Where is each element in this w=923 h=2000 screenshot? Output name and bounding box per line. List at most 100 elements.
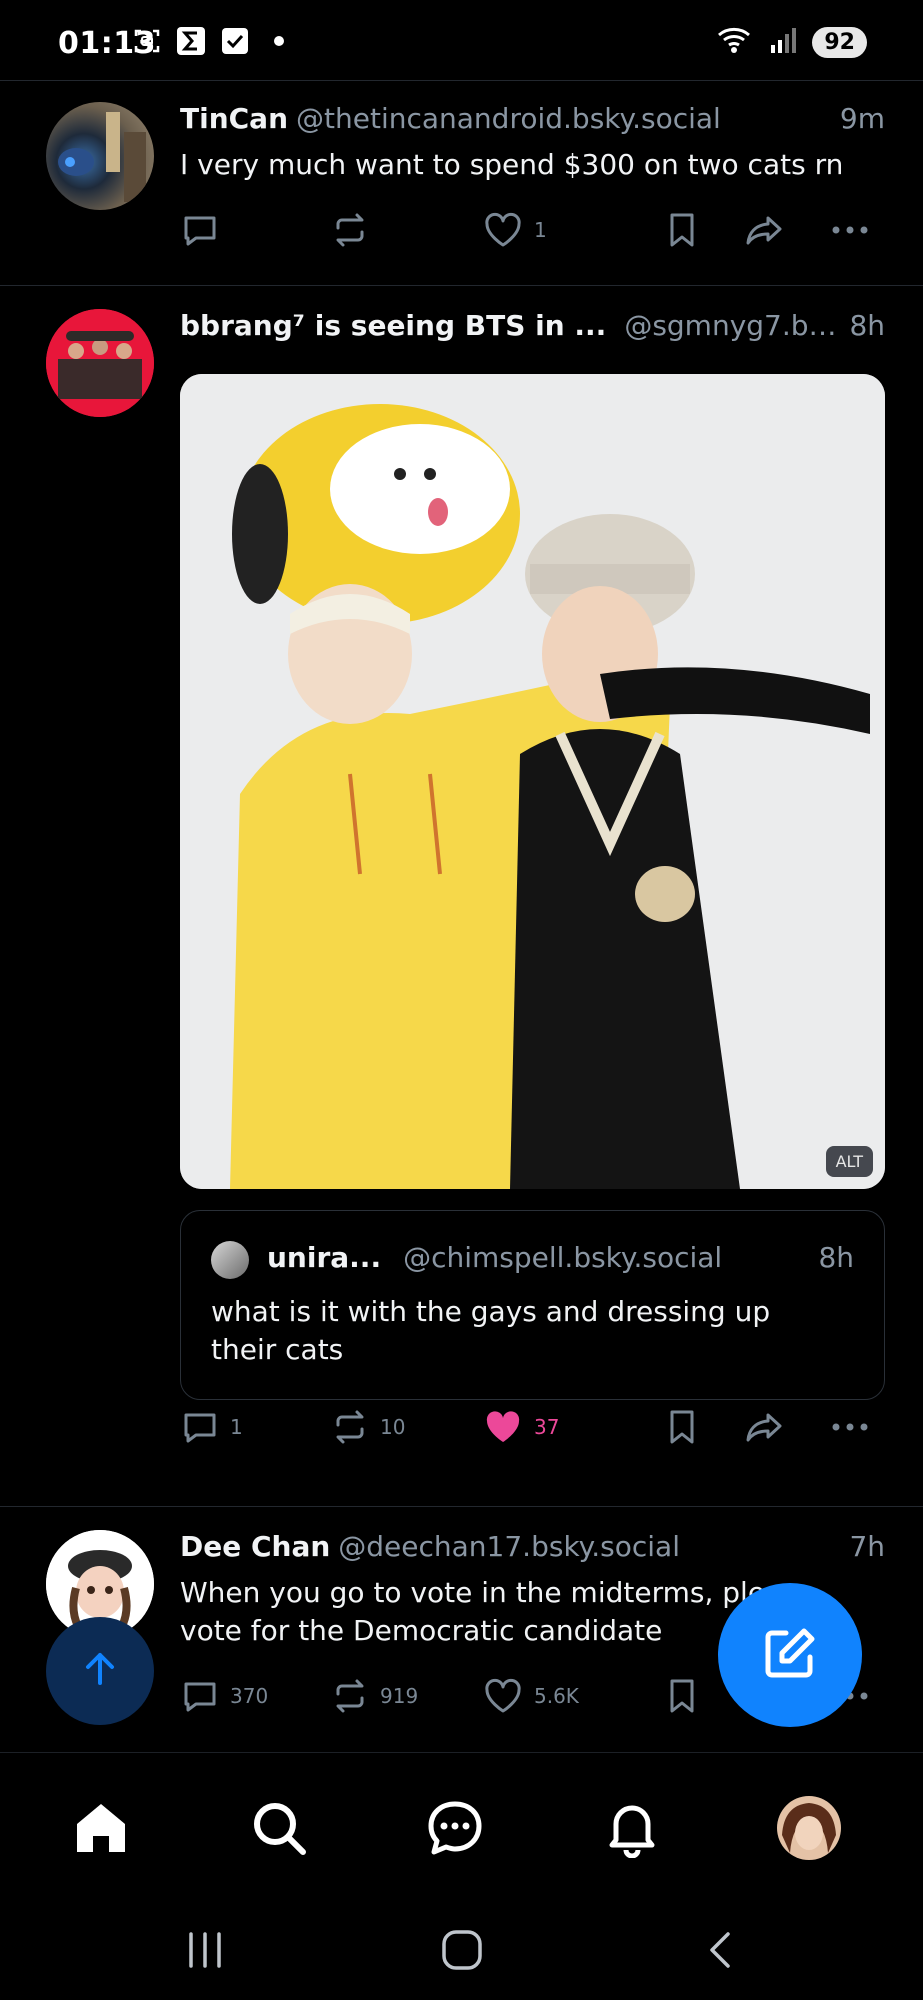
post-actions: 1 [180, 210, 880, 254]
bookmark-button[interactable] [664, 1407, 700, 1447]
share-icon [742, 210, 786, 250]
reply-button[interactable] [180, 210, 230, 250]
nav-profile[interactable] [774, 1795, 844, 1865]
battery-indicator: 92 [812, 26, 867, 58]
nav-home[interactable] [66, 1795, 136, 1865]
bookmark-icon [664, 210, 700, 250]
status-right-icons: 92 [716, 25, 867, 59]
quoted-post[interactable]: unira... @chimspell.bsky.social 8h what … [180, 1210, 885, 1400]
post-image[interactable]: ALT [180, 374, 885, 1189]
home-circle-icon [438, 1926, 486, 1978]
system-home-button[interactable] [432, 1922, 492, 1982]
arrow-up-icon [78, 1647, 122, 1695]
feed-post[interactable]: TinCan @thetincanandroid.bsky.social 9m … [0, 80, 923, 286]
like-count: 1 [534, 218, 547, 242]
compose-button[interactable] [718, 1583, 862, 1727]
quote-text: what is it with the gays and dressing up… [211, 1295, 771, 1366]
nav-search[interactable] [244, 1795, 314, 1865]
search-icon [249, 1798, 309, 1862]
dot-icon [264, 26, 294, 56]
recents-icon [183, 1928, 227, 1976]
nav-notifications[interactable] [597, 1795, 667, 1865]
author-name[interactable]: bbrang⁷ is seeing BTS in ... [180, 309, 606, 342]
post-text: I very much want to spend $300 on two ca… [180, 148, 844, 181]
avatar[interactable] [46, 102, 154, 210]
reply-count: 1 [230, 1415, 243, 1439]
sigma-app-icon [176, 26, 206, 56]
reply-icon [180, 1407, 220, 1447]
avatar[interactable] [46, 309, 154, 417]
alt-text-badge[interactable]: ALT [825, 1146, 873, 1177]
like-button[interactable]: 37 [482, 1407, 559, 1447]
bookmark-button[interactable] [664, 1676, 700, 1716]
reply-button[interactable]: 1 [180, 1407, 243, 1447]
like-count: 37 [534, 1415, 560, 1439]
repost-button[interactable]: 919 [330, 1676, 418, 1716]
nav-chat[interactable] [420, 1795, 490, 1865]
author-handle[interactable]: @thetincanandroid.bsky.social [296, 102, 828, 135]
quote-author-handle: @chimspell.bsky.social [403, 1241, 723, 1274]
repost-count: 10 [380, 1415, 406, 1439]
heart-icon [482, 210, 524, 250]
post-time: 8h [849, 309, 885, 342]
post-header: bbrang⁷ is seeing BTS in ... @sgmnyg7.bs… [180, 309, 885, 342]
back-icon [700, 1928, 744, 1976]
status-bar: 01:13 92 [0, 0, 923, 80]
share-button[interactable] [742, 1407, 786, 1447]
reply-icon [180, 1676, 220, 1716]
photo-illustration [180, 374, 885, 1189]
repost-button[interactable] [330, 210, 380, 250]
screenshot-icon [132, 26, 162, 56]
quote-avatar [211, 1241, 249, 1279]
repost-icon [330, 1407, 370, 1447]
repost-icon [330, 210, 370, 250]
feed-post[interactable]: bbrang⁷ is seeing BTS in ... @sgmnyg7.bs… [0, 287, 923, 1507]
scroll-to-top-button[interactable] [46, 1617, 154, 1725]
bottom-navigation [0, 1752, 923, 1902]
bookmark-icon [664, 1407, 700, 1447]
system-navigation [0, 1902, 923, 2000]
like-button[interactable]: 5.6K [482, 1676, 579, 1716]
author-name[interactable]: Dee Chan [180, 1530, 330, 1563]
share-button[interactable] [742, 210, 786, 250]
status-notification-icons [132, 26, 294, 56]
reply-count: 370 [230, 1684, 269, 1708]
author-name[interactable]: TinCan [180, 102, 288, 135]
post-time: 7h [849, 1530, 885, 1563]
like-count: 5.6K [534, 1684, 579, 1708]
home-icon [71, 1798, 131, 1862]
reply-icon [180, 210, 220, 250]
chat-icon [425, 1798, 485, 1862]
wifi-icon [716, 25, 754, 59]
more-icon [828, 210, 872, 250]
signal-icon [768, 25, 798, 59]
bell-icon [602, 1798, 662, 1862]
repost-count: 919 [380, 1684, 419, 1708]
repost-button[interactable]: 10 [330, 1407, 405, 1447]
system-back-button[interactable] [692, 1922, 752, 1982]
bookmark-button[interactable] [664, 210, 700, 250]
like-button[interactable]: 1 [482, 210, 547, 250]
quote-header: unira... @chimspell.bsky.social 8h [267, 1241, 854, 1274]
repost-icon [330, 1676, 370, 1716]
post-header: TinCan @thetincanandroid.bsky.social 9m [180, 102, 885, 135]
share-icon [742, 1407, 786, 1447]
post-actions: 1 10 37 [180, 1407, 880, 1451]
heart-filled-icon [482, 1407, 524, 1447]
heart-icon [482, 1676, 524, 1716]
more-button[interactable] [828, 210, 872, 250]
more-icon [828, 1407, 872, 1447]
more-button[interactable] [828, 1407, 872, 1447]
post-header: Dee Chan @deechan17.bsky.social 7h [180, 1530, 885, 1563]
quote-author-name: unira... [267, 1241, 382, 1274]
system-recents-button[interactable] [175, 1922, 235, 1982]
quote-time: 8h [818, 1241, 854, 1274]
author-handle[interactable]: @sgmnyg7.bsk... [624, 309, 837, 342]
compose-icon [758, 1621, 822, 1689]
post-time: 9m [839, 102, 885, 135]
profile-avatar [776, 1795, 842, 1865]
author-handle[interactable]: @deechan17.bsky.social [338, 1530, 837, 1563]
checkbox-icon [220, 26, 250, 56]
bookmark-icon [664, 1676, 700, 1716]
reply-button[interactable]: 370 [180, 1676, 268, 1716]
